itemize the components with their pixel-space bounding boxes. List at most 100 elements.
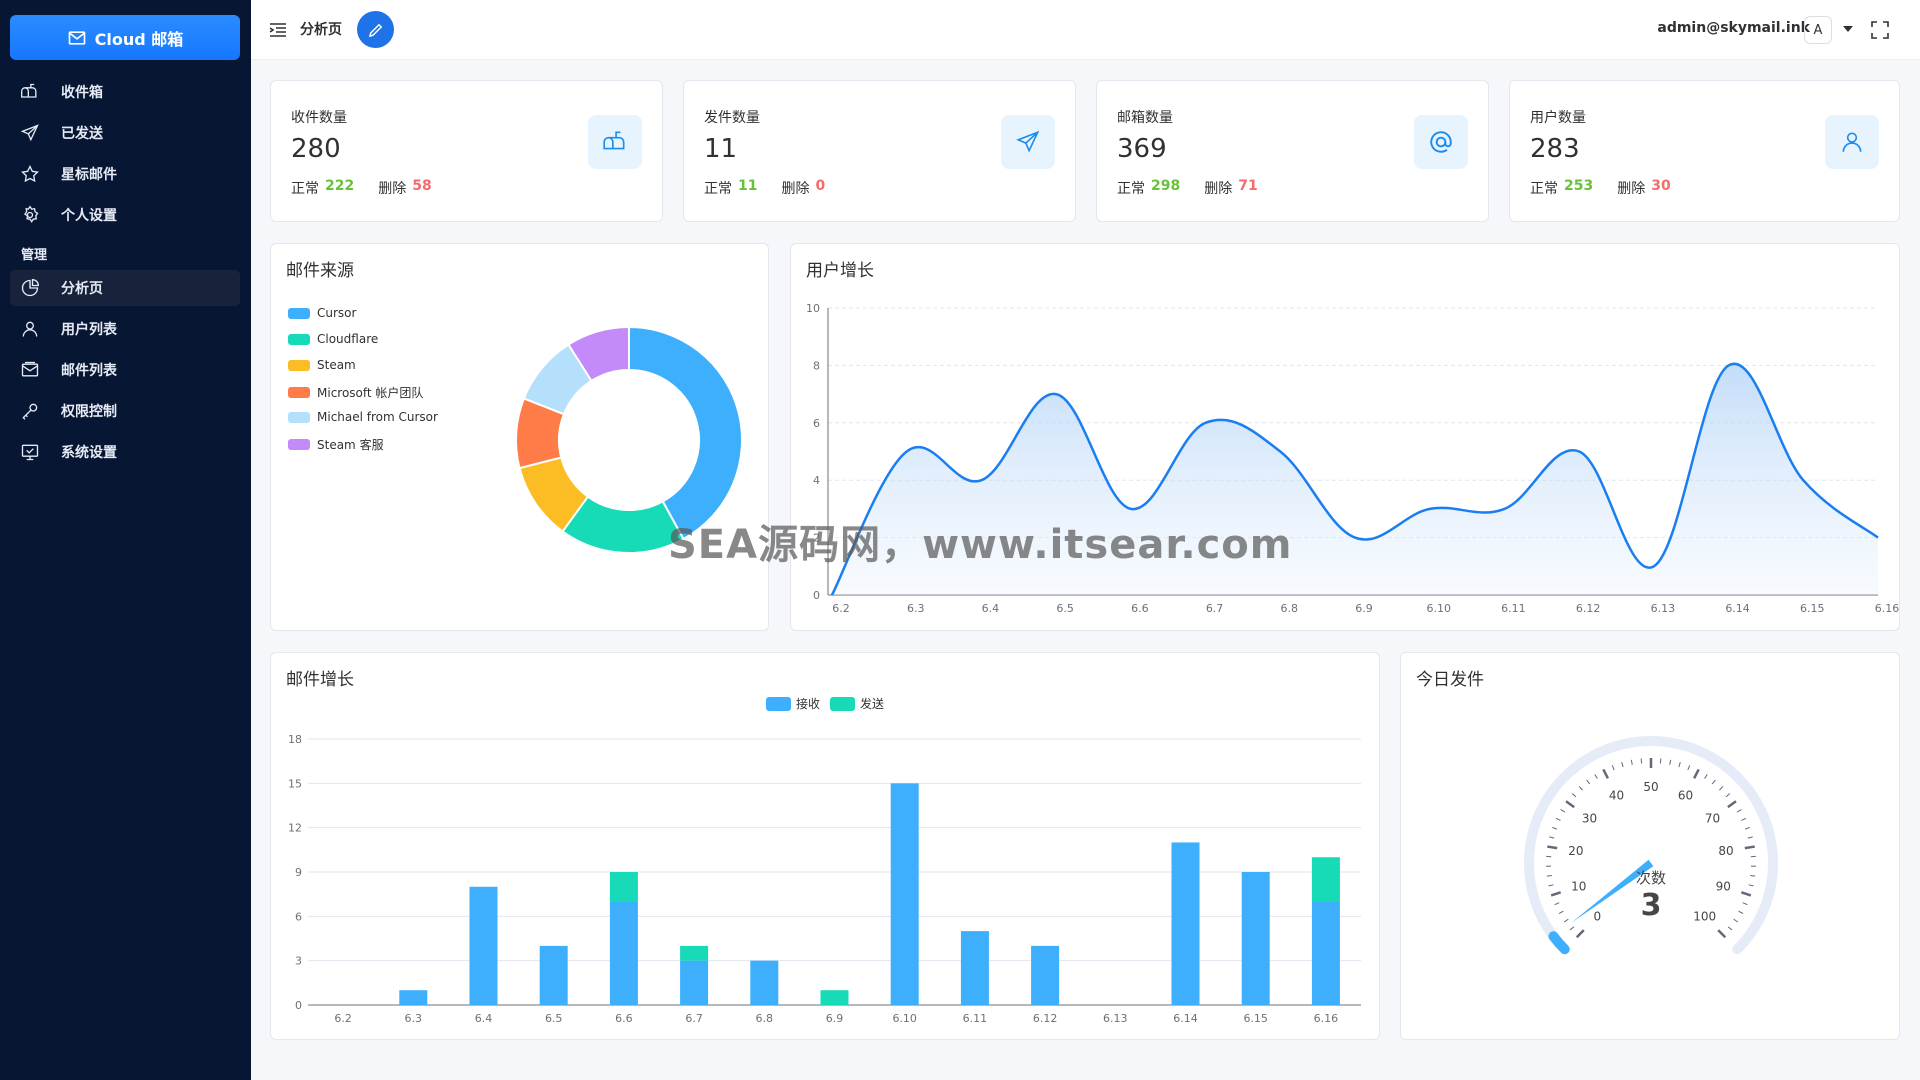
pencil-icon bbox=[368, 23, 382, 37]
brand-button[interactable]: Cloud 邮箱 bbox=[10, 15, 240, 60]
gauge-tick bbox=[1554, 902, 1560, 906]
stat-card-users: 用户数量 283 正常 253 删除 30 bbox=[1509, 80, 1900, 222]
x-tick-label: 6.10 bbox=[1426, 602, 1451, 615]
stat-value: 283 bbox=[1530, 134, 1580, 164]
sidebar-item-permissions[interactable]: 权限控制 bbox=[10, 393, 240, 429]
menu-fold-icon[interactable] bbox=[267, 19, 289, 41]
stat-card-mailboxes: 邮箱数量 369 正常 298 删除 71 bbox=[1096, 80, 1489, 222]
page-title: 分析页 bbox=[300, 22, 342, 38]
x-tick-label: 6.16 bbox=[1875, 602, 1900, 615]
sidebar-item-analytics[interactable]: 分析页 bbox=[10, 270, 240, 306]
stat-sub: 正常 222 删除 58 bbox=[291, 178, 432, 198]
account-email: admin@skymail.ink bbox=[1657, 20, 1810, 36]
gauge-tick-label: 30 bbox=[1582, 811, 1597, 825]
bar bbox=[960, 931, 989, 1005]
edit-button[interactable] bbox=[357, 11, 394, 48]
deleted-count: 30 bbox=[1651, 178, 1671, 194]
gauge-tick bbox=[1548, 884, 1554, 887]
y-tick-label: 9 bbox=[295, 866, 302, 879]
gauge-tick-label: 80 bbox=[1718, 844, 1733, 858]
sidebar-item-label: 用户列表 bbox=[61, 322, 117, 338]
send-icon bbox=[1001, 115, 1055, 169]
user-icon bbox=[19, 318, 41, 340]
stat-title: 用户数量 bbox=[1530, 110, 1586, 126]
normal-label: 正常 bbox=[704, 181, 732, 197]
fullscreen-icon[interactable] bbox=[1870, 20, 1890, 40]
bar bbox=[609, 872, 638, 902]
gauge-tick bbox=[1693, 768, 1700, 779]
pie-chart-icon bbox=[19, 277, 41, 299]
stat-title: 邮箱数量 bbox=[1117, 110, 1173, 126]
bar bbox=[680, 945, 709, 961]
sidebar-item-starred[interactable]: 星标邮件 bbox=[10, 156, 240, 192]
y-tick-label: 12 bbox=[288, 822, 302, 835]
sidebar-item-users[interactable]: 用户列表 bbox=[10, 311, 240, 347]
bar bbox=[820, 990, 849, 1005]
star-icon bbox=[19, 163, 41, 185]
avatar[interactable]: A bbox=[1804, 16, 1832, 44]
gauge-tick bbox=[1678, 762, 1681, 768]
normal-label: 正常 bbox=[1117, 181, 1145, 197]
sidebar-item-mails[interactable]: 邮件列表 bbox=[10, 352, 240, 388]
mail-growth-panel: 邮件增长 接收 发送 0 3 6 9 12 15 18 6.2 6.3 6.4 6.5 6.6 6.7 6… bbox=[270, 652, 1380, 1040]
y-tick-label: 10 bbox=[806, 302, 820, 315]
y-tick-label: 0 bbox=[295, 999, 302, 1012]
deleted-label: 删除 bbox=[378, 181, 407, 197]
sidebar-item-label: 个人设置 bbox=[61, 208, 117, 224]
y-tick-label: 15 bbox=[288, 777, 302, 790]
deleted-label: 删除 bbox=[781, 181, 810, 197]
y-tick-label: 4 bbox=[813, 474, 820, 487]
bar bbox=[609, 901, 638, 1005]
sidebar-item-sent[interactable]: 已发送 bbox=[10, 115, 240, 151]
stat-value: 280 bbox=[291, 134, 341, 164]
x-tick-label: 6.12 bbox=[1033, 1012, 1058, 1025]
x-tick-label: 6.11 bbox=[1501, 602, 1526, 615]
x-tick-label: 6.13 bbox=[1103, 1012, 1128, 1025]
gauge-tick bbox=[1740, 891, 1752, 897]
x-tick-label: 6.7 bbox=[1206, 602, 1224, 615]
sidebar-item-label: 已发送 bbox=[61, 126, 103, 142]
x-tick-label: 6.5 bbox=[545, 1012, 563, 1025]
gauge-tick bbox=[1727, 926, 1733, 931]
gauge-tick bbox=[1733, 918, 1739, 923]
x-tick-label: 6.9 bbox=[826, 1012, 844, 1025]
x-tick-label: 6.6 bbox=[1131, 602, 1149, 615]
gauge-tick bbox=[1555, 817, 1561, 821]
x-tick-label: 6.8 bbox=[1281, 602, 1299, 615]
gauge-tick bbox=[1687, 765, 1691, 771]
bar bbox=[1171, 842, 1200, 1005]
gauge-tick bbox=[1744, 845, 1755, 850]
sidebar-item-system[interactable]: 系统设置 bbox=[10, 434, 240, 470]
x-tick-label: 6.10 bbox=[892, 1012, 917, 1025]
sidebar-item-settings[interactable]: 个人设置 bbox=[10, 197, 240, 233]
gauge-label: 次数 bbox=[1636, 869, 1666, 887]
at-icon bbox=[1414, 115, 1468, 169]
x-tick-label: 6.14 bbox=[1173, 1012, 1198, 1025]
gauge-tick bbox=[1565, 800, 1575, 809]
gauge-tick bbox=[1563, 918, 1569, 923]
user-growth-chart: 0 2 4 6 8 10 6.2 6.3 6.4 6.5 6.6 6.7 6.8 6.9 6.10 6.11 6… bbox=[806, 302, 1900, 615]
gauge-tick bbox=[1586, 779, 1591, 785]
mail-source-panel: 邮件来源 Cursor Cloudflare Steam Microsoft 帐… bbox=[270, 243, 769, 631]
gauge-tick bbox=[1741, 817, 1747, 821]
normal-label: 正常 bbox=[1530, 181, 1558, 197]
gauge-tick-label: 60 bbox=[1678, 788, 1693, 802]
top-header: 分析页 admin@skymail.ink A bbox=[251, 0, 1920, 60]
gauge-tick-label: 20 bbox=[1568, 844, 1583, 858]
account-dropdown-icon[interactable] bbox=[1843, 26, 1853, 32]
gauge-chart: 0 10 20 30 40 50 60 70 80 90 100 次数3 bbox=[1524, 736, 1778, 955]
gauge-tick bbox=[1725, 793, 1731, 798]
send-icon bbox=[19, 122, 41, 144]
gauge-tick bbox=[1750, 875, 1756, 877]
mail-icon bbox=[68, 30, 86, 45]
sidebar-item-label: 系统设置 bbox=[61, 445, 117, 461]
gauge-tick-label: 0 bbox=[1593, 910, 1601, 924]
stat-card-received: 收件数量 280 正常 222 删除 58 bbox=[270, 80, 663, 222]
sidebar-item-inbox[interactable]: 收件箱 bbox=[10, 74, 240, 110]
gauge-tick bbox=[1736, 809, 1742, 813]
gauge-tick bbox=[1719, 786, 1724, 791]
key-icon bbox=[19, 400, 41, 422]
gauge-tick bbox=[1738, 910, 1744, 915]
stat-sub: 正常 253 删除 30 bbox=[1530, 178, 1671, 198]
y-tick-label: 3 bbox=[295, 955, 302, 968]
